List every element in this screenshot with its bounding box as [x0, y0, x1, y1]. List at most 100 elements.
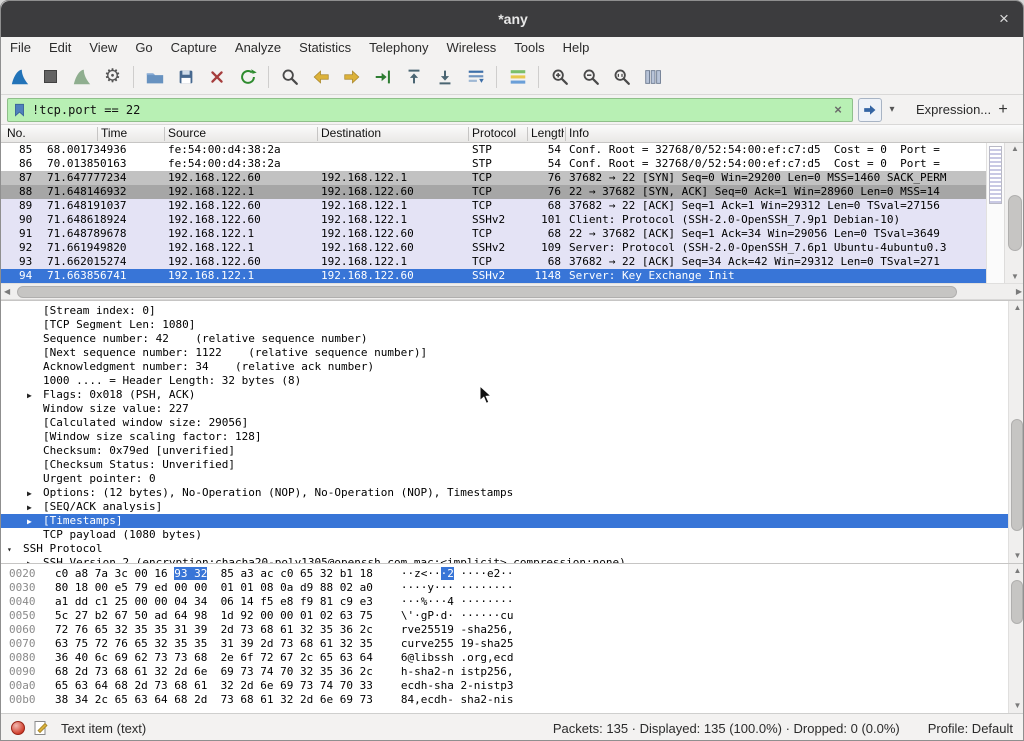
go-first-packet-button[interactable] — [398, 63, 429, 91]
menu-analyze[interactable]: Analyze — [226, 37, 290, 59]
column-separator[interactable] — [164, 127, 165, 141]
menu-wireless[interactable]: Wireless — [437, 37, 505, 59]
menu-statistics[interactable]: Statistics — [290, 37, 360, 59]
restart-capture-button[interactable] — [66, 63, 97, 91]
packet-list-scrollbar[interactable]: ▲ ▼ — [1004, 143, 1024, 283]
find-packet-button[interactable] — [274, 63, 305, 91]
expand-arrow-icon[interactable]: ▶ — [27, 391, 43, 400]
packet-list-hscrollbar[interactable]: ◀ ▶ — [1, 283, 1024, 300]
scrollbar-thumb[interactable] — [1011, 419, 1023, 531]
close-file-button[interactable] — [201, 63, 232, 91]
filter-bookmark-icon[interactable] — [13, 102, 26, 118]
scroll-down-arrow[interactable]: ▼ — [1005, 271, 1024, 283]
menu-capture[interactable]: Capture — [162, 37, 226, 59]
filter-apply-button[interactable] — [858, 98, 882, 122]
detail-line[interactable]: [TCP Segment Len: 1080] — [1, 318, 1024, 332]
column-separator[interactable] — [317, 127, 318, 141]
column-header-no[interactable]: No. — [7, 125, 95, 143]
detail-line[interactable]: [Calculated window size: 29056] — [1, 416, 1024, 430]
hex-row[interactable]: 00b038 34 2c 65 63 64 68 2d 73 68 61 32 … — [1, 693, 1024, 707]
zoom-in-button[interactable] — [544, 63, 575, 91]
packet-row[interactable]: 9371.662015274192.168.122.60192.168.122.… — [1, 255, 986, 269]
scroll-up-arrow[interactable]: ▲ — [1005, 143, 1024, 155]
packet-row[interactable]: 9071.648618924192.168.122.60192.168.122.… — [1, 213, 986, 227]
packet-row[interactable]: 9271.661949820192.168.122.1192.168.122.6… — [1, 241, 986, 255]
expression-button[interactable]: Expression... — [916, 102, 991, 117]
go-back-button[interactable] — [305, 63, 336, 91]
expert-info-icon[interactable] — [11, 721, 25, 735]
display-filter-input[interactable] — [32, 100, 829, 120]
close-window-button[interactable]: × — [993, 8, 1015, 30]
detail-line[interactable]: [Stream index: 0] — [1, 304, 1024, 318]
colorize-packets-button[interactable] — [502, 63, 533, 91]
column-header-source[interactable]: Source — [168, 125, 314, 143]
expand-arrow-icon[interactable]: ▶ — [27, 489, 43, 498]
scrollbar-thumb[interactable] — [1011, 580, 1023, 624]
detail-line[interactable]: ▾SSH Protocol — [1, 542, 1024, 556]
bytes-scrollbar[interactable]: ▲ ▼ — [1008, 564, 1024, 713]
hscrollbar-thumb[interactable] — [17, 286, 957, 298]
scroll-up-arrow[interactable]: ▲ — [1009, 565, 1024, 577]
packet-row[interactable]: 8771.647777234192.168.122.60192.168.122.… — [1, 171, 986, 185]
column-header-protocol[interactable]: Protocol — [472, 125, 524, 143]
menu-file[interactable]: File — [1, 37, 40, 59]
column-header-info[interactable]: Info — [569, 125, 869, 143]
go-to-packet-button[interactable] — [367, 63, 398, 91]
scrollbar-thumb[interactable] — [1008, 195, 1022, 251]
detail-scrollbar[interactable]: ▲ ▼ — [1008, 301, 1024, 563]
hex-row[interactable]: 006072 76 65 32 35 35 31 39 2d 73 68 61 … — [1, 623, 1024, 637]
detail-line[interactable]: [Checksum Status: Unverified] — [1, 458, 1024, 472]
expand-arrow-icon[interactable]: ▾ — [7, 545, 23, 554]
packet-minimap[interactable] — [986, 143, 1004, 283]
menu-tools[interactable]: Tools — [505, 37, 553, 59]
column-separator[interactable] — [565, 127, 566, 141]
scroll-left-arrow[interactable]: ◀ — [4, 286, 10, 298]
zoom-out-button[interactable] — [575, 63, 606, 91]
packet-row[interactable]: 8670.013850163fe:54:00:d4:38:2aSTP54Conf… — [1, 157, 986, 171]
scroll-down-arrow[interactable]: ▼ — [1009, 550, 1024, 562]
hex-row[interactable]: 009068 2d 73 68 61 32 2d 6e 69 73 74 70 … — [1, 665, 1024, 679]
column-header-length[interactable]: Length — [531, 125, 564, 143]
detail-line[interactable]: Urgent pointer: 0 — [1, 472, 1024, 486]
hex-row[interactable]: 007063 75 72 76 65 32 35 35 31 39 2d 73 … — [1, 637, 1024, 651]
hex-row[interactable]: 00a065 63 64 68 2d 73 68 61 32 2d 6e 69 … — [1, 679, 1024, 693]
menu-go[interactable]: Go — [126, 37, 161, 59]
detail-line[interactable]: ▶[SEQ/ACK analysis] — [1, 500, 1024, 514]
column-separator[interactable] — [97, 127, 98, 141]
reload-file-button[interactable] — [232, 63, 263, 91]
packet-row[interactable]: 9171.648789678192.168.122.1192.168.122.6… — [1, 227, 986, 241]
expand-arrow-icon[interactable]: ▶ — [27, 517, 43, 526]
detail-line[interactable]: Sequence number: 42 (relative sequence n… — [1, 332, 1024, 346]
column-header-time[interactable]: Time — [101, 125, 161, 143]
title-bar[interactable]: *any × — [1, 1, 1024, 37]
detail-line[interactable]: Checksum: 0x79ed [unverified] — [1, 444, 1024, 458]
detail-line[interactable]: [Next sequence number: 1122 (relative se… — [1, 346, 1024, 360]
add-filter-button[interactable]: + — [993, 101, 1013, 119]
packet-row[interactable]: 8871.648146932192.168.122.1192.168.122.6… — [1, 185, 986, 199]
go-forward-button[interactable] — [336, 63, 367, 91]
hex-row[interactable]: 003080 18 00 e5 79 ed 00 00 01 01 08 0a … — [1, 581, 1024, 595]
column-separator[interactable] — [468, 127, 469, 141]
detail-line[interactable]: Window size value: 227 — [1, 402, 1024, 416]
packet-row[interactable]: 8568.001734936fe:54:00:d4:38:2aSTP54Conf… — [1, 143, 986, 157]
display-filter-field[interactable]: × — [7, 98, 853, 122]
hex-row[interactable]: 008036 40 6c 69 62 73 73 68 2e 6f 72 67 … — [1, 651, 1024, 665]
detail-line[interactable]: Acknowledgment number: 34 (relative ack … — [1, 360, 1024, 374]
hex-row[interactable]: 0020c0 a8 7a 3c 00 16 93 32 85 a3 ac c0 … — [1, 567, 1024, 581]
detail-line[interactable]: [Window size scaling factor: 128] — [1, 430, 1024, 444]
detail-line[interactable]: ▶Flags: 0x018 (PSH, ACK) — [1, 388, 1024, 402]
detail-line[interactable]: ▶SSH Version 2 (encryption:chacha20-poly… — [1, 556, 1024, 563]
open-file-button[interactable] — [139, 63, 170, 91]
status-profile[interactable]: Profile: Default — [928, 721, 1013, 736]
auto-scroll-button[interactable] — [460, 63, 491, 91]
menu-edit[interactable]: Edit — [40, 37, 80, 59]
scroll-up-arrow[interactable]: ▲ — [1009, 302, 1024, 314]
detail-line-selected[interactable]: ▶[Timestamps] — [1, 514, 1024, 528]
stop-capture-button[interactable] — [35, 63, 66, 91]
menu-telephony[interactable]: Telephony — [360, 37, 437, 59]
packet-row-selected[interactable]: 9471.663856741192.168.122.1192.168.122.6… — [1, 269, 986, 283]
scroll-right-arrow[interactable]: ▶ — [1016, 286, 1022, 298]
hex-row[interactable]: 00505c 27 b2 67 50 ad 64 98 1d 92 00 00 … — [1, 609, 1024, 623]
hex-row[interactable]: 0040a1 dd c1 25 00 00 04 34 06 14 f5 e8 … — [1, 595, 1024, 609]
detail-line[interactable]: 1000 .... = Header Length: 32 bytes (8) — [1, 374, 1024, 388]
